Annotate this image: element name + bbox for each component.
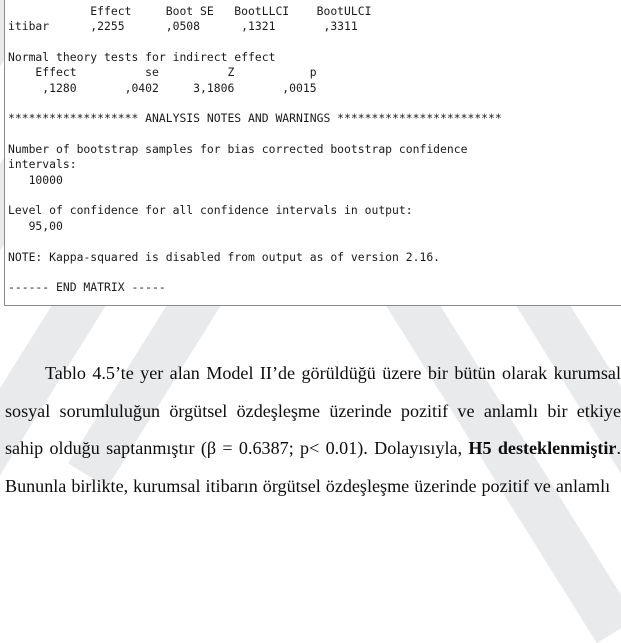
body-paragraph: Tablo 4.5’te yer alan Model II’de görüld…: [5, 355, 621, 505]
body-paragraph-block: Tablo 4.5’te yer alan Model II’de görüld…: [5, 355, 621, 505]
hypothesis-supported-claim: H5 desteklenmiştir: [468, 438, 617, 459]
spss-output-box: Effect Boot SE BootLLCI BootULCI itibar …: [4, 0, 621, 306]
spss-output-text: Effect Boot SE BootLLCI BootULCI itibar …: [8, 4, 502, 295]
